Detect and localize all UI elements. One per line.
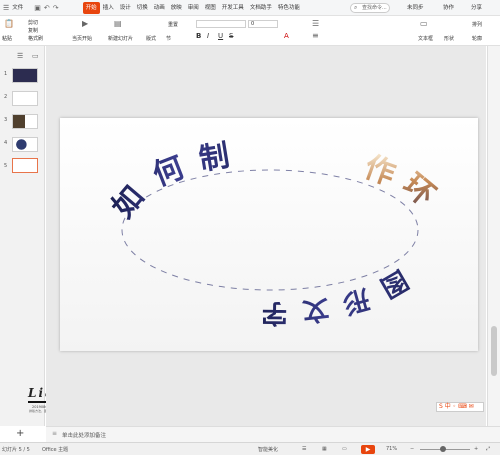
- tab-home[interactable]: 开始: [82, 1, 100, 14]
- align-icon[interactable]: ≡: [312, 31, 319, 40]
- notes-icon: ≡: [52, 430, 58, 437]
- copy-button[interactable]: 复制: [28, 27, 38, 34]
- share-button[interactable]: 分享: [468, 2, 485, 14]
- notes-bar: + ≡ 单击此处添加备注: [16, 426, 500, 442]
- search-input[interactable]: ⌕ 查找命令...: [350, 3, 390, 13]
- reset-button[interactable]: 重置: [168, 21, 178, 28]
- zoom-level: 71%: [386, 446, 398, 452]
- slide-canvas: 如何制 作环 图形文字 S 中 ◦ ⌨ ✉: [46, 46, 486, 426]
- notes-placeholder[interactable]: 单击此处添加备注: [62, 431, 106, 439]
- tab-insert[interactable]: 插入: [100, 2, 117, 14]
- tab-developer[interactable]: 开发工具: [219, 2, 247, 14]
- thumbnail-number: 5: [4, 163, 8, 169]
- collab-button[interactable]: 协作: [440, 2, 457, 14]
- add-slide-button[interactable]: +: [16, 428, 24, 439]
- thumbnail-number: 1: [4, 71, 8, 77]
- thumbnail-number: 3: [4, 117, 8, 123]
- reading-view-icon[interactable]: ▭: [342, 446, 347, 452]
- slide[interactable]: 如何制 作环 图形文字: [60, 118, 478, 351]
- menu-file[interactable]: 文件: [9, 2, 26, 14]
- fit-window-icon[interactable]: ⤢: [486, 446, 490, 452]
- tab-transition[interactable]: 切换: [134, 2, 151, 14]
- arc-text-right: 作环: [360, 151, 448, 220]
- menu-bar: ☰ 文件 ▣ ↶ ↷ 开始 插入 设计 切换 动画 放映 审阅 视图 开发工具 …: [0, 0, 500, 16]
- new-slide-icon[interactable]: ▤: [114, 19, 122, 28]
- tab-review[interactable]: 审阅: [185, 2, 202, 14]
- underline-button[interactable]: U: [218, 32, 223, 40]
- textbox-button[interactable]: 文本框: [418, 35, 433, 42]
- font-size-select[interactable]: 0: [248, 20, 278, 28]
- vertical-scrollbar[interactable]: [487, 46, 500, 426]
- redo-icon[interactable]: ↷: [53, 4, 59, 12]
- font-name-select[interactable]: [196, 20, 246, 28]
- layout-button[interactable]: 版式: [146, 35, 156, 42]
- cut-button[interactable]: 剪切: [28, 19, 38, 26]
- arc-text-bottom: 图形文字: [247, 265, 413, 329]
- slide-info: 幻灯片 5 / 5: [2, 447, 30, 453]
- play-icon[interactable]: ▶: [82, 19, 88, 28]
- shape-button[interactable]: 形状: [444, 35, 454, 42]
- smart-beautify-button[interactable]: 智能美化: [258, 446, 278, 453]
- undo-icon[interactable]: ↶: [44, 4, 50, 12]
- tab-design[interactable]: 设计: [117, 2, 134, 14]
- italic-button[interactable]: I: [207, 32, 209, 40]
- play-button[interactable]: ▶: [361, 445, 375, 454]
- slide-thumbnail-2[interactable]: [12, 91, 38, 106]
- tab-doc-assistant[interactable]: 文档助手: [247, 2, 275, 14]
- arrange-button[interactable]: 排列: [472, 21, 482, 28]
- thumbnail-number: 4: [4, 140, 8, 146]
- ime-toolbar[interactable]: S 中 ◦ ⌨ ✉: [436, 402, 484, 412]
- font-color-button[interactable]: A: [284, 32, 289, 40]
- format-painter-button[interactable]: 格式刷: [28, 35, 43, 42]
- zoom-slider[interactable]: [420, 446, 470, 452]
- toolbar: 📋 粘贴 剪切 复制 格式刷 ▶ 当页开始 ▤ 新建幻灯片 版式 节 重置 0 …: [0, 16, 500, 46]
- sorter-view-icon[interactable]: ▦: [322, 446, 327, 452]
- save-icon[interactable]: ▣: [34, 4, 41, 12]
- section-button[interactable]: 节: [166, 35, 171, 42]
- tab-view[interactable]: 视图: [202, 2, 219, 14]
- zoom-in-button[interactable]: +: [474, 446, 478, 452]
- outline-button[interactable]: 轮廓: [472, 35, 482, 42]
- bold-button[interactable]: B: [196, 32, 201, 40]
- scroll-thumb[interactable]: [491, 326, 497, 376]
- sync-status[interactable]: 未同步: [404, 2, 427, 14]
- circular-text-art[interactable]: 如何制 作环 图形文字: [60, 118, 478, 351]
- tab-features[interactable]: 特色功能: [275, 2, 303, 14]
- zoom-out-button[interactable]: −: [410, 446, 414, 452]
- paste-button[interactable]: 粘贴: [2, 35, 12, 42]
- slide-thumbnail-1[interactable]: [12, 68, 38, 83]
- tab-slideshow[interactable]: 放映: [168, 2, 185, 14]
- normal-view-icon[interactable]: ☰: [302, 446, 306, 452]
- status-bar: 幻灯片 5 / 5 Office 主题 智能美化 ☰ ▦ ▭ ▶ 71% − +…: [0, 442, 500, 455]
- strike-button[interactable]: S: [229, 32, 233, 40]
- slide-thumbnail-4[interactable]: [12, 137, 38, 152]
- search-icon: ⌕: [354, 4, 358, 11]
- thumbnail-number: 2: [4, 94, 8, 100]
- bullet-list-icon[interactable]: ☰: [312, 19, 319, 28]
- new-slide-button[interactable]: 新建幻灯片: [108, 35, 133, 42]
- slide-thumbnail-panel: ☰ ▭ 1 2 3 4 5 Lian lian 20190808 排版方法，图形…: [0, 46, 73, 426]
- slide-thumbnail-5[interactable]: [12, 158, 38, 173]
- slide-view-icon[interactable]: ▭: [32, 52, 39, 60]
- paste-icon[interactable]: 📋: [4, 19, 14, 28]
- arc-text-top: 如何制: [106, 137, 247, 225]
- textbox-icon[interactable]: ▭: [420, 19, 428, 28]
- tab-animation[interactable]: 动画: [151, 2, 168, 14]
- slide-thumbnail-3[interactable]: [12, 114, 38, 129]
- outline-view-icon[interactable]: ☰: [17, 52, 23, 60]
- theme-name: Office 主题: [42, 447, 69, 453]
- zoom-slider-handle[interactable]: [440, 446, 446, 452]
- current-start-button[interactable]: 当页开始: [72, 35, 92, 42]
